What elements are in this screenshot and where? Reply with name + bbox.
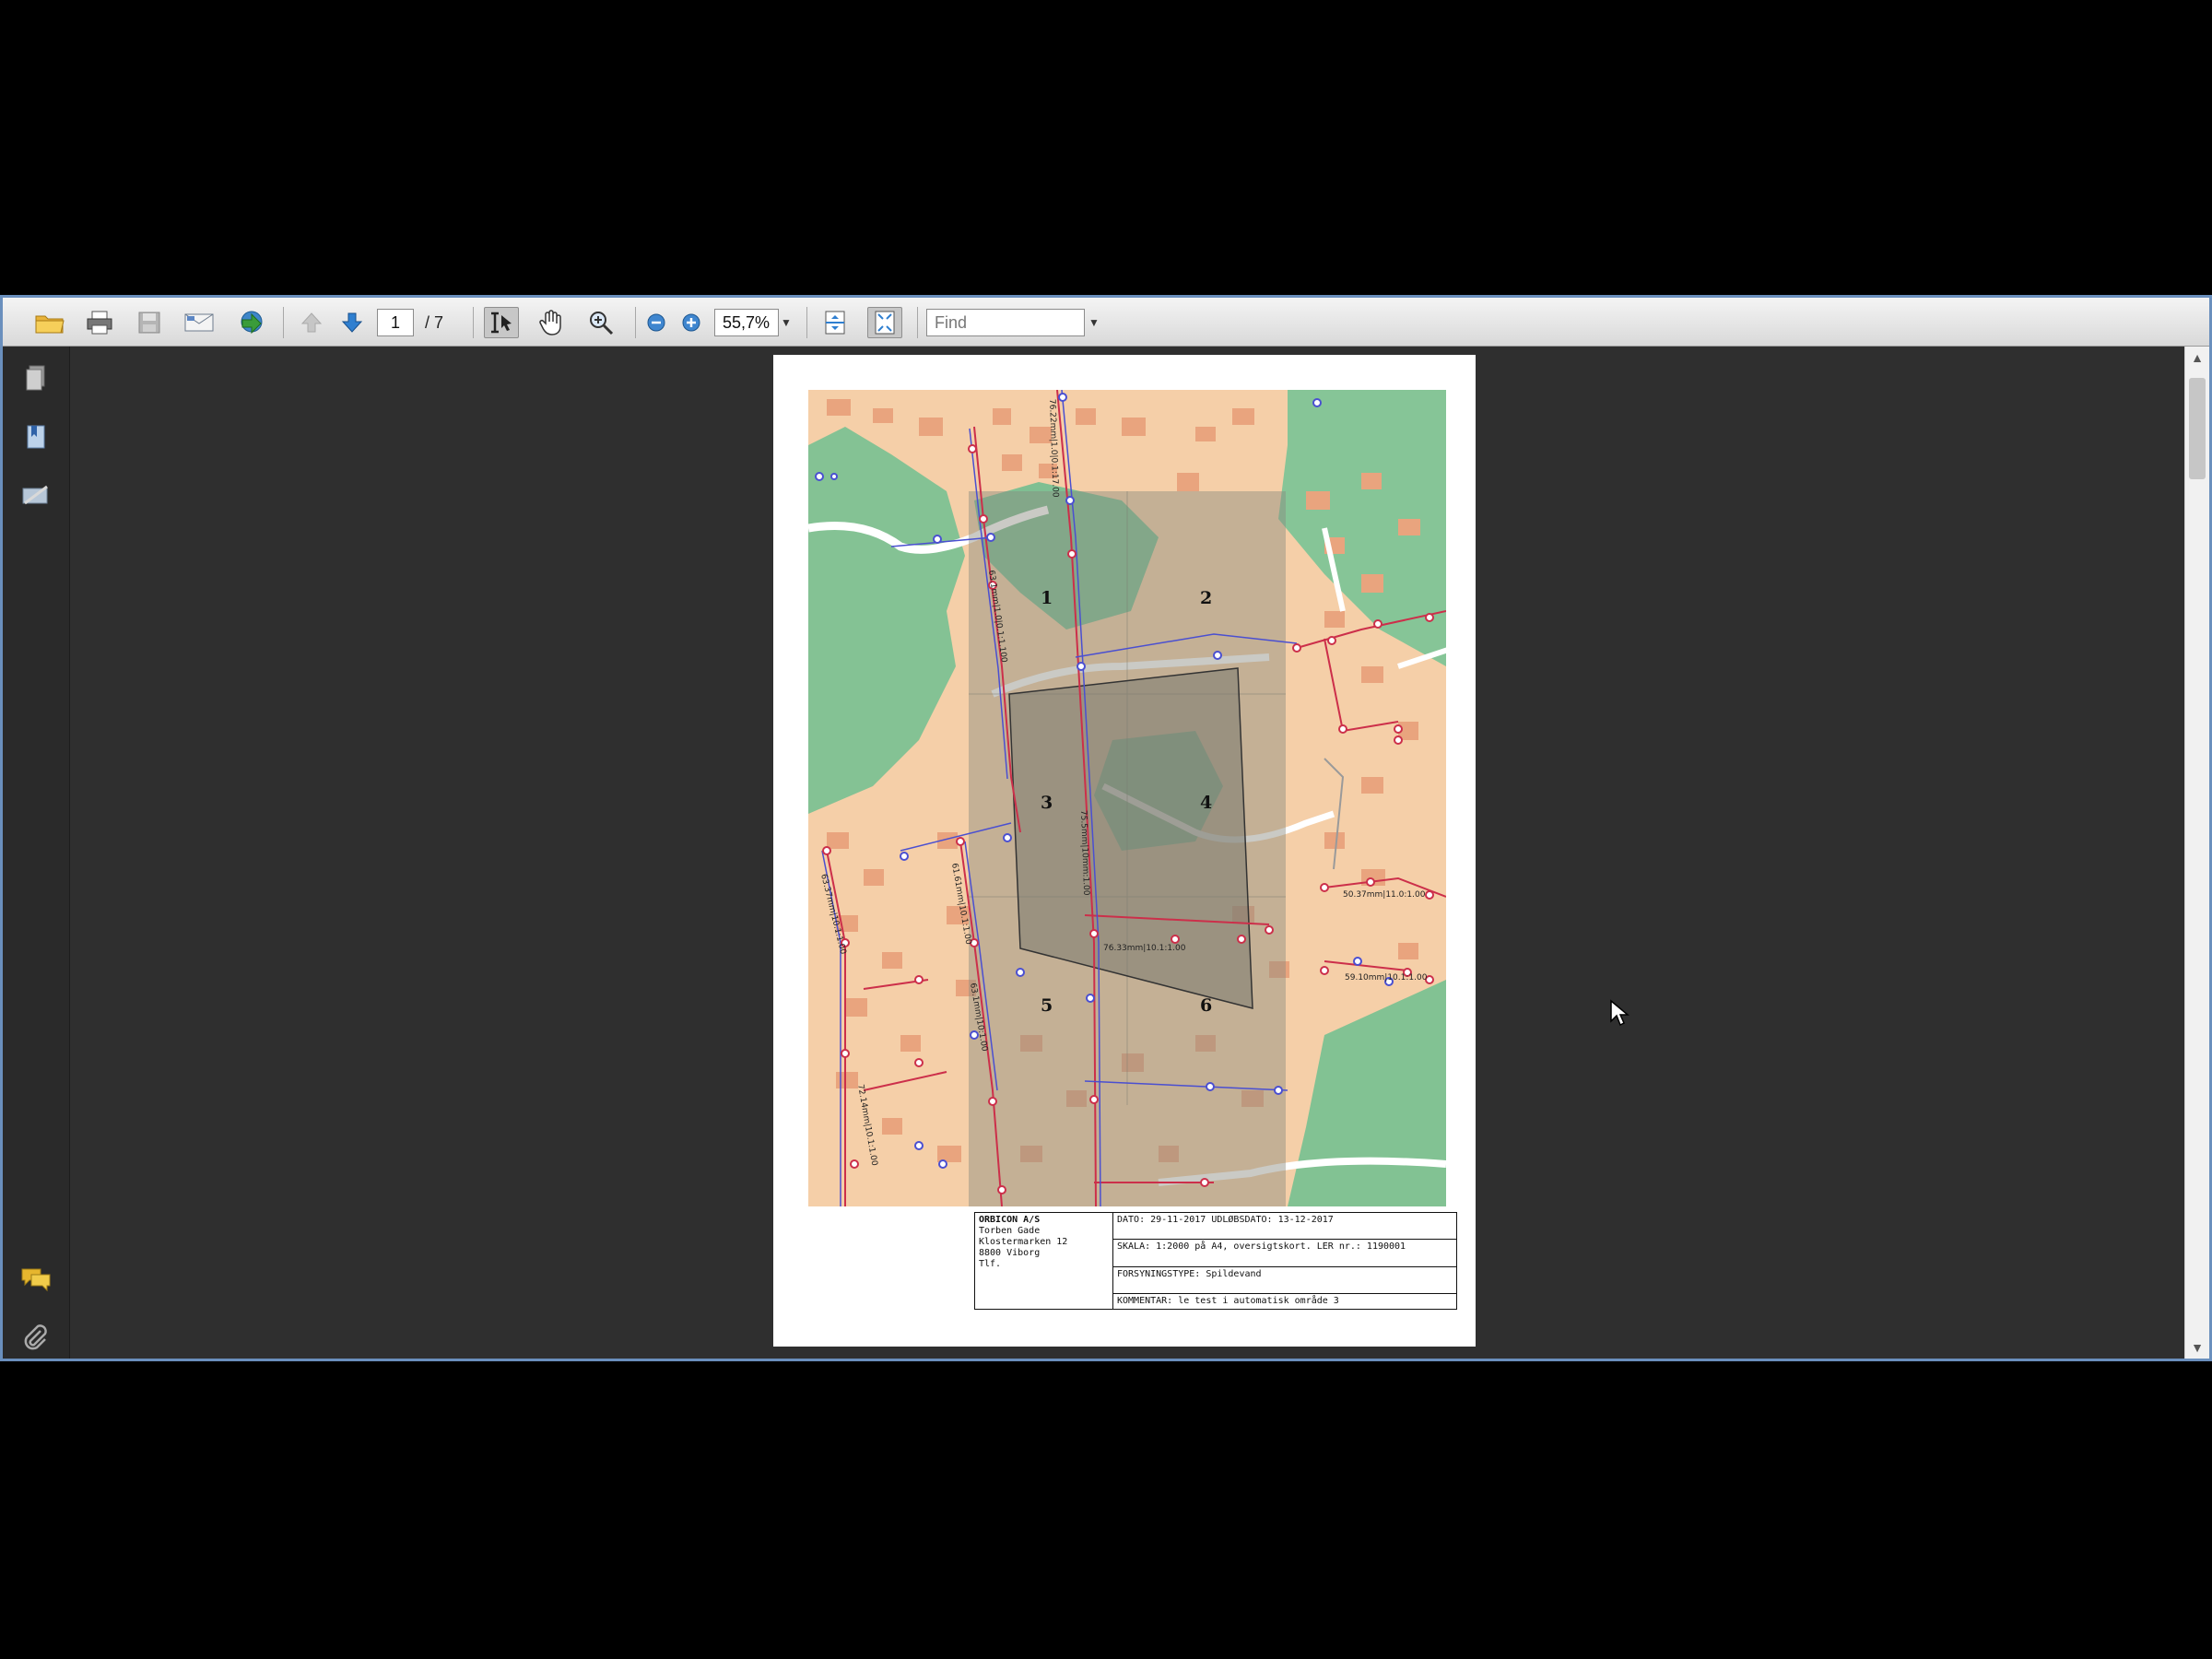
page-total: / 7 [425, 313, 444, 332]
find-input[interactable]: Find [926, 309, 1085, 336]
utility-map: 76.22mm|1.0|0.1:17.00 63.1mm|1.0|0.1:1.1… [808, 390, 1446, 1206]
page-number-input[interactable]: 1 [377, 309, 414, 336]
toolbar: 1 / 7 55,7% ▼ Find ▼ [3, 298, 2209, 347]
pipe-label: 76.33mm|10.1:1.00 [1103, 944, 1186, 953]
pipe-label: 50.37mm|11.0:1.00 [1343, 890, 1426, 900]
scroll-down-icon[interactable]: ▼ [2185, 1336, 2209, 1359]
find-dropdown-icon[interactable]: ▼ [1088, 316, 1100, 329]
phone-line: Tlf. [979, 1259, 1002, 1269]
save-icon[interactable] [132, 307, 167, 338]
details-block: DATO: 29-11-2017 UDLØBSDATO: 13-12-2017 … [1113, 1213, 1456, 1309]
zoom-tool-icon[interactable] [583, 307, 618, 338]
open-icon[interactable] [32, 307, 67, 338]
grid-cell-label: 1 [1041, 588, 1053, 608]
hand-tool-icon[interactable] [534, 307, 569, 338]
prev-page-icon[interactable] [294, 307, 329, 338]
supply-type-row: FORSYNINGSTYPE: Spildevand [1113, 1267, 1456, 1294]
email-icon[interactable] [182, 307, 217, 338]
fit-page-icon[interactable] [867, 307, 902, 338]
zoom-level-input[interactable]: 55,7% [714, 309, 779, 336]
pipe-label: 59.10mm|10.1:1.00 [1345, 973, 1428, 982]
grid-cell-label: 5 [1041, 995, 1053, 1016]
scroll-up-icon[interactable]: ▲ [2185, 347, 2209, 369]
vertical-scrollbar[interactable]: ▲ ▼ [2184, 347, 2209, 1359]
select-tool-icon[interactable] [484, 307, 519, 338]
address-line: Klostermarken 12 [979, 1237, 1068, 1247]
attachments-icon[interactable] [19, 1322, 53, 1355]
document-page: 76.22mm|1.0|0.1:17.00 63.1mm|1.0|0.1:1.1… [773, 355, 1476, 1347]
zoom-in-icon[interactable] [674, 307, 709, 338]
zoom-out-icon[interactable] [639, 307, 674, 338]
next-page-icon[interactable] [335, 307, 370, 338]
comments-icon[interactable] [19, 1263, 53, 1296]
print-icon[interactable] [82, 307, 117, 338]
bookmarks-icon[interactable] [19, 420, 53, 453]
mouse-cursor-icon [1610, 999, 1630, 1027]
grid-cell-label: 4 [1200, 793, 1212, 813]
signatures-icon[interactable] [19, 479, 53, 512]
pages-icon[interactable] [19, 361, 53, 394]
city-line: 8800 Viborg [979, 1248, 1041, 1258]
navigation-sidebar [3, 347, 70, 1359]
pdf-reader-window: 1 / 7 55,7% ▼ Find ▼ ▲ ▼ 76.22mm|1.0|0.1… [0, 295, 2212, 1361]
comment-row: KOMMENTAR: le test i automatisk område 3 [1117, 1295, 1339, 1306]
scroll-thumb[interactable] [2189, 378, 2206, 479]
scroll-mode-icon[interactable] [818, 307, 853, 338]
grid-cell-label: 3 [1041, 793, 1053, 813]
company-name: ORBICON A/S [979, 1215, 1041, 1225]
map-info-box: ORBICON A/S Torben Gade Klostermarken 12… [974, 1212, 1457, 1310]
date-row: DATO: 29-11-2017 UDLØBSDATO: 13-12-2017 [1113, 1213, 1456, 1241]
grid-cell-label: 6 [1200, 995, 1212, 1016]
contact-name: Torben Gade [979, 1226, 1041, 1236]
zoom-dropdown-icon[interactable]: ▼ [781, 316, 792, 329]
collaborate-icon[interactable] [231, 307, 266, 338]
scale-row: SKALA: 1:2000 på A4, oversigtskort. LER … [1113, 1240, 1456, 1267]
grid-cell-label: 2 [1200, 588, 1212, 608]
sender-block: ORBICON A/S Torben Gade Klostermarken 12… [975, 1213, 1113, 1309]
